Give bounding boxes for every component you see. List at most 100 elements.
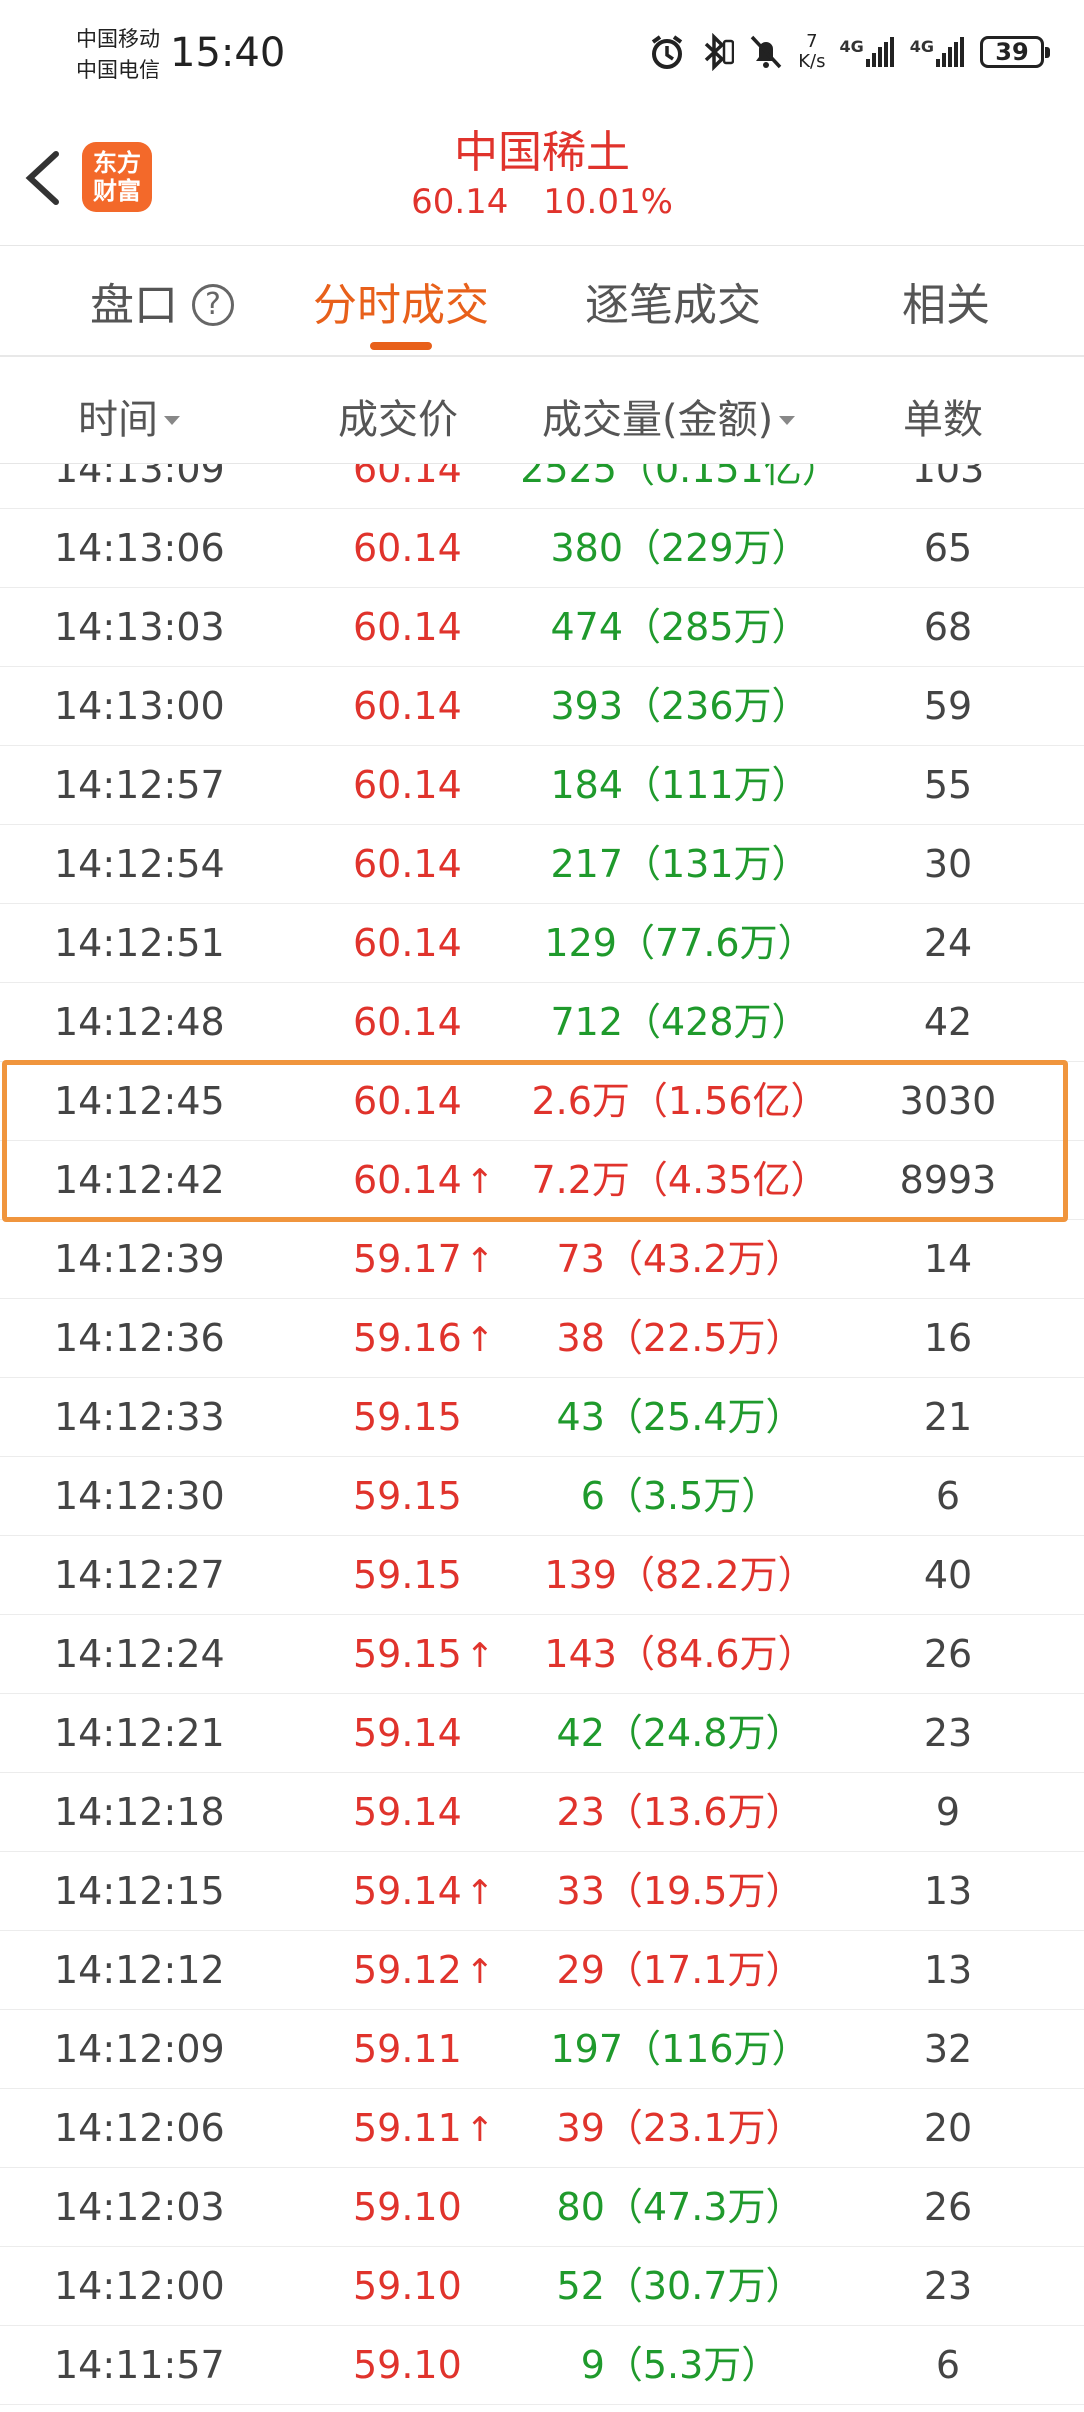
help-icon[interactable]: ? [192,284,234,326]
trade-count: 13 [923,1869,973,1913]
trade-volume: 38（22.5万） [556,1316,804,1360]
tab-bar: 盘口? 分时成交 逐笔成交 相关 [0,245,1084,357]
table-row[interactable]: 14:12:33 59.15 43（25.4万） 21 [0,1378,1084,1457]
table-row[interactable]: 14:12:21 59.14 42（24.8万） 23 [0,1694,1084,1773]
trade-count: 8993 [899,1158,997,1202]
tab-related[interactable]: 相关 [902,269,990,333]
up-arrow-icon: ↑ [465,1873,495,1913]
up-arrow-icon: ↑ [465,1241,495,1281]
table-row[interactable]: 14:12:24 59.15 ↑ 143（84.6万） 26 [0,1615,1084,1694]
table-row[interactable]: 14:13:03 60.14 474（285万） 68 [0,588,1084,667]
trade-time: 14:12:18 [54,1790,225,1834]
trade-volume: 80（47.3万） [556,2185,804,2229]
trade-time: 14:13:00 [54,684,225,728]
table-row[interactable]: 14:12:48 60.14 712（428万） 42 [0,983,1084,1062]
col-time-header[interactable]: 时间 [78,387,180,445]
trade-count: 13 [923,1948,973,1992]
col-price-header: 成交价 [338,397,458,443]
trade-time: 14:12:39 [54,1237,225,1281]
trade-volume: 39（23.1万） [556,2106,804,2150]
trade-count: 26 [923,2185,973,2229]
network-speed: 7 K/s [798,31,826,72]
trade-count: 55 [923,763,973,807]
trade-count: 21 [923,1395,973,1439]
tab-order-book[interactable]: 盘口? [90,269,234,333]
trade-count: 40 [923,1553,973,1597]
trade-price: 59.17 ↑ [353,1237,495,1281]
table-row[interactable]: 14:12:15 59.14 ↑ 33（19.5万） 13 [0,1852,1084,1931]
table-row[interactable]: 14:12:18 59.14 23（13.6万） 9 [0,1773,1084,1852]
trade-volume: 139（82.2万） [544,1553,816,1597]
trade-time: 14:12:48 [54,1000,225,1044]
signal-1: 4G [839,37,895,67]
table-row[interactable]: 14:12:51 60.14 129（77.6万） 24 [0,904,1084,983]
trade-time: 14:12:51 [54,921,225,965]
trade-time: 14:12:42 [54,1158,225,1202]
trade-count: 32 [923,2027,973,2071]
trade-time: 14:13:03 [54,605,225,649]
table-row[interactable]: 14:12:09 59.11 197（116万） 32 [0,2010,1084,2089]
bluetooth-icon [705,33,735,71]
trade-price: 59.15 [353,1474,462,1518]
table-row[interactable]: 14:12:42 60.14 ↑ 7.2万（4.35亿） 8993 [0,1141,1084,1220]
trade-price: 60.14 [353,921,462,965]
trade-time: 14:13:06 [54,526,225,570]
trade-price: 60.14 [353,842,462,886]
trade-price: 59.10 [353,2264,462,2308]
trade-price: 59.14 [353,1711,462,1755]
trade-volume: 197（116万） [550,2027,810,2071]
trade-volume: 380（229万） [550,526,810,570]
table-row[interactable]: 14:11:57 59.10 9（5.3万） 6 [0,2326,1084,2405]
battery-icon: 39 [980,36,1050,68]
trade-count: 68 [923,605,973,649]
mute-bell-icon [750,35,782,69]
tab-time-sales[interactable]: 分时成交 [313,269,489,333]
table-row[interactable]: 14:12:06 59.11 ↑ 39（23.1万） 20 [0,2089,1084,2168]
trade-time: 14:12:57 [54,763,225,807]
table-row[interactable]: 14:13:00 60.14 393（236万） 59 [0,667,1084,746]
trade-volume: 43（25.4万） [556,1395,804,1439]
trade-count: 30 [923,842,973,886]
trade-volume: 42（24.8万） [556,1711,804,1755]
trade-count: 9 [935,1790,961,1834]
stock-quote: 60.14 10.01% [0,182,1084,222]
trade-time: 14:12:15 [54,1869,225,1913]
table-row[interactable]: 14:12:27 59.15 139（82.2万） 40 [0,1536,1084,1615]
trade-price: 59.16 ↑ [353,1316,495,1360]
trade-time: 14:12:21 [54,1711,225,1755]
trade-count: 14 [923,1237,973,1281]
trade-time: 14:12:27 [54,1553,225,1597]
status-clock: 15:40 [170,30,286,76]
trade-price: 59.14 ↑ [353,1869,495,1913]
trade-price: 59.10 [353,2343,462,2387]
up-arrow-icon: ↑ [465,1320,495,1360]
trade-volume: 129（77.6万） [544,921,816,965]
trade-time: 14:12:45 [54,1079,225,1123]
table-row[interactable]: 14:12:03 59.10 80（47.3万） 26 [0,2168,1084,2247]
table-row[interactable]: 14:12:00 59.10 52（30.7万） 23 [0,2247,1084,2326]
trade-list[interactable]: 14:13:09 60.14 2525（0.151亿） 103 14:13:06 60.1… [0,430,1084,2412]
table-row[interactable]: 14:13:06 60.14 380（229万） 65 [0,509,1084,588]
signal-bars-icon [865,37,894,67]
trade-time: 14:12:24 [54,1632,225,1676]
trade-volume: 7.2万（4.35亿） [531,1158,829,1202]
table-row[interactable]: 14:12:54 60.14 217（131万） 30 [0,825,1084,904]
trade-volume: 712（428万） [550,1000,810,1044]
table-header: 时间 成交价 成交量(金额) 单数 [0,357,1084,464]
carrier-info: 中国移动 中国电信 [76,24,160,86]
trade-price: 59.11 [353,2027,462,2071]
trade-price: 59.10 [353,2185,462,2229]
table-row[interactable]: 14:12:12 59.12 ↑ 29（17.1万） 13 [0,1931,1084,2010]
sort-caret-icon [779,416,796,425]
table-row[interactable]: 14:12:36 59.16 ↑ 38（22.5万） 16 [0,1299,1084,1378]
trade-count: 6 [935,1474,961,1518]
trade-price: 60.14 ↑ [353,1158,495,1202]
table-row[interactable]: 14:12:30 59.15 6（3.5万） 6 [0,1457,1084,1536]
col-volume-header[interactable]: 成交量(金额) [542,387,796,445]
table-row[interactable]: 14:12:45 60.14 2.6万（1.56亿） 3030 [0,1062,1084,1141]
table-row[interactable]: 14:12:39 59.17 ↑ 73（43.2万） 14 [0,1220,1084,1299]
tab-tick-by-tick[interactable]: 逐笔成交 [585,269,761,333]
trade-time: 14:12:54 [54,842,225,886]
trade-time: 14:12:30 [54,1474,225,1518]
table-row[interactable]: 14:12:57 60.14 184（111万） 55 [0,746,1084,825]
